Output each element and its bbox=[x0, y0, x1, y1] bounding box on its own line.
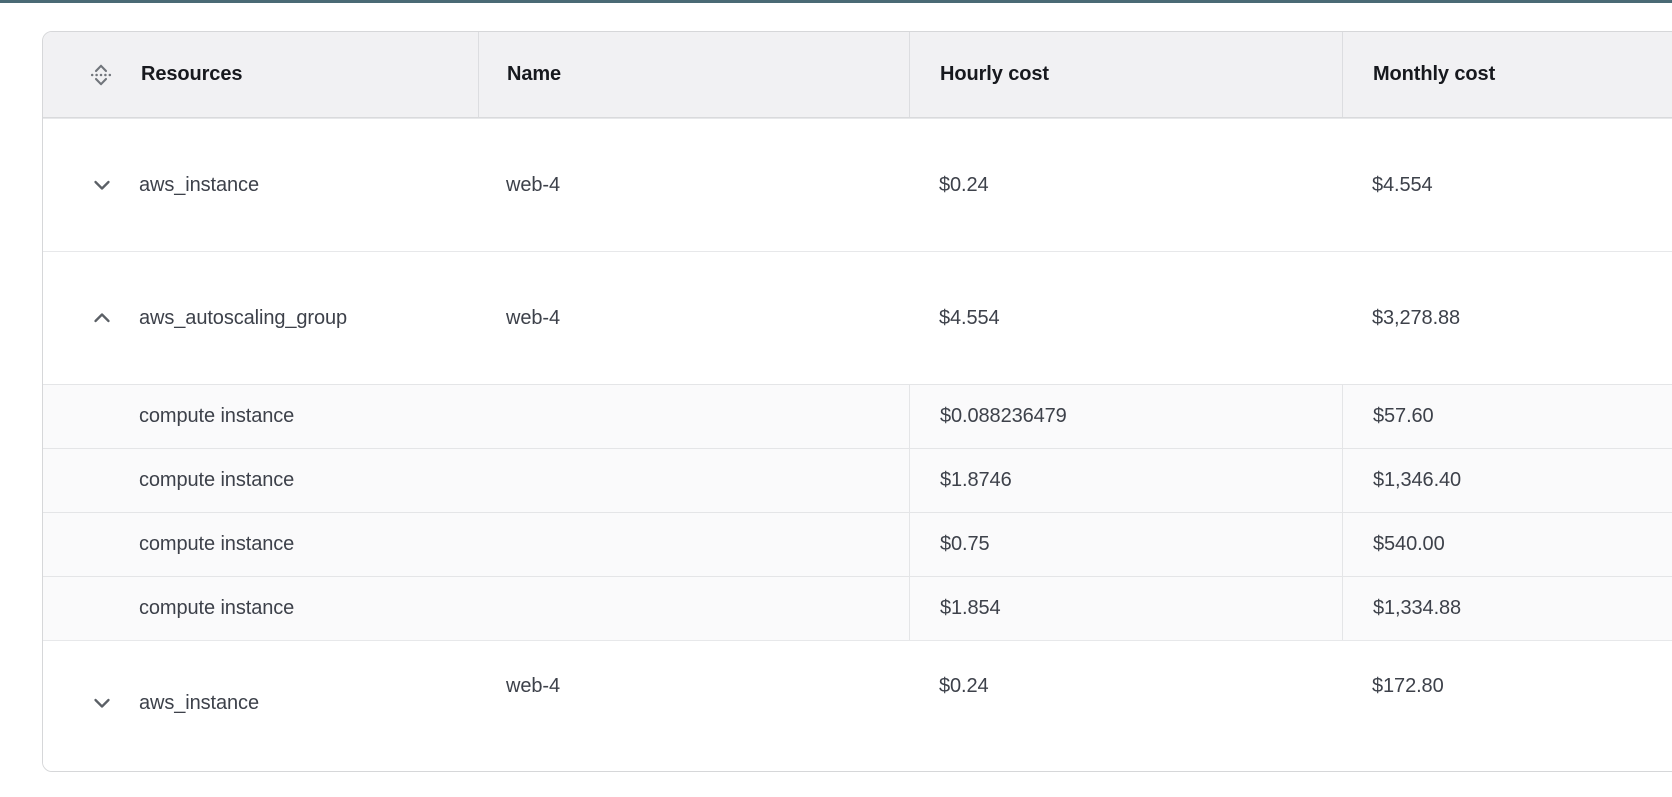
monthly-cost-value: $1,346.40 bbox=[1342, 449, 1672, 512]
hourly-cost-value: $4.554 bbox=[909, 307, 1342, 330]
table-header-row: Resources Name Hourly cost Monthly cost bbox=[43, 32, 1672, 118]
cost-component-row: compute instance $1.8746 $1,346.40 bbox=[43, 448, 1672, 512]
resource-type-label: aws_instance bbox=[139, 692, 259, 715]
cost-component-label: compute instance bbox=[43, 513, 909, 576]
hourly-cost-value: $1.854 bbox=[909, 577, 1342, 640]
cost-component-row: compute instance $0.75 $540.00 bbox=[43, 512, 1672, 576]
hourly-cost-value: $0.24 bbox=[909, 641, 1342, 698]
resource-cell: aws_autoscaling_group bbox=[43, 305, 478, 331]
chevron-down-icon[interactable] bbox=[89, 690, 115, 716]
resource-type-label: aws_instance bbox=[139, 174, 259, 197]
hourly-cost-value: $0.75 bbox=[909, 513, 1342, 576]
top-accent-bar bbox=[0, 0, 1672, 3]
hourly-cost-value: $0.088236479 bbox=[909, 385, 1342, 448]
table-row-aws-instance[interactable]: aws_instance web-4 $0.24 $172.80 bbox=[43, 640, 1672, 771]
header-cell-resources: Resources bbox=[43, 32, 478, 117]
resource-type-label: aws_autoscaling_group bbox=[139, 307, 347, 330]
hourly-cost-value: $1.8746 bbox=[909, 449, 1342, 512]
cost-component-label: compute instance bbox=[43, 449, 909, 512]
hourly-cost-value: $0.24 bbox=[909, 174, 1342, 197]
monthly-cost-value: $172.80 bbox=[1342, 641, 1672, 698]
header-cell-name: Name bbox=[478, 32, 909, 117]
chevron-up-icon[interactable] bbox=[89, 305, 115, 331]
header-label-resources: Resources bbox=[141, 63, 242, 86]
table-row-aws-instance[interactable]: aws_instance web-4 $0.24 $4.554 bbox=[43, 118, 1672, 251]
table-row-aws-autoscaling-group[interactable]: aws_autoscaling_group web-4 $4.554 $3,27… bbox=[43, 251, 1672, 384]
monthly-cost-value: $57.60 bbox=[1342, 385, 1672, 448]
monthly-cost-value: $3,278.88 bbox=[1342, 307, 1672, 330]
resource-name: web-4 bbox=[478, 307, 909, 330]
header-cell-monthly-cost: Monthly cost bbox=[1342, 32, 1672, 117]
monthly-cost-value: $540.00 bbox=[1342, 513, 1672, 576]
cost-component-label: compute instance bbox=[43, 577, 909, 640]
resource-name: web-4 bbox=[478, 641, 909, 698]
monthly-cost-value: $4.554 bbox=[1342, 174, 1672, 197]
drag-sort-icon[interactable] bbox=[86, 60, 116, 90]
cost-component-row: compute instance $0.088236479 $57.60 bbox=[43, 384, 1672, 448]
resource-cell: aws_instance bbox=[43, 641, 478, 716]
cost-breakdown-table: Resources Name Hourly cost Monthly cost … bbox=[42, 31, 1672, 772]
header-cell-hourly-cost: Hourly cost bbox=[909, 32, 1342, 117]
monthly-cost-value: $1,334.88 bbox=[1342, 577, 1672, 640]
chevron-down-icon[interactable] bbox=[89, 172, 115, 198]
resource-name: web-4 bbox=[478, 174, 909, 197]
cost-component-row: compute instance $1.854 $1,334.88 bbox=[43, 576, 1672, 640]
resource-cell: aws_instance bbox=[43, 172, 478, 198]
cost-component-label: compute instance bbox=[43, 385, 909, 448]
